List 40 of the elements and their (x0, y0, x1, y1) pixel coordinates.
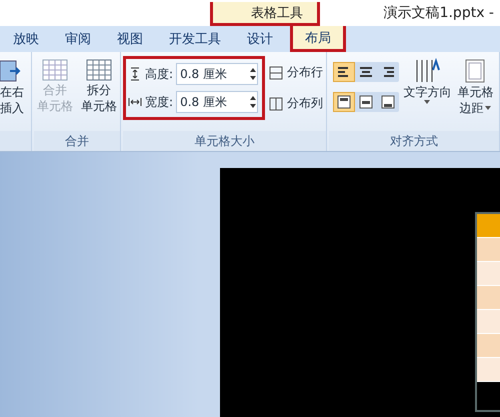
distribute-button[interactable]: 分布列 (269, 95, 324, 112)
distribute-button[interactable]: 分布行 (269, 64, 324, 81)
width-icon (128, 95, 142, 109)
field-label: 高度: (145, 66, 174, 82)
distribute-icon (269, 96, 284, 110)
group-label: 单元格大小 (123, 131, 326, 151)
ribbon-tab[interactable]: 视图 (104, 26, 156, 52)
ribbon-tab[interactable]: 设计 (234, 26, 286, 52)
group-label: 对齐方式 (329, 131, 499, 151)
ribbon-tab[interactable]: 放映 (0, 26, 52, 52)
group-footer (0, 131, 31, 151)
align-icon (359, 66, 374, 78)
group-label: 合并 (34, 131, 120, 151)
insert-right-button[interactable]: 在右 插入 (0, 58, 24, 116)
align-button[interactable] (333, 92, 356, 112)
ribbon-tab[interactable]: 开发工具 (156, 26, 234, 52)
text-direction-button[interactable]: 文字方向 (401, 58, 454, 104)
caret-icon (485, 106, 492, 110)
align-button[interactable] (333, 62, 356, 82)
cell-margins-button[interactable]: 单元格 边距 (455, 58, 496, 116)
cell-align-icon (381, 95, 396, 109)
cell-margins-icon (464, 58, 486, 84)
caret-icon (424, 100, 430, 104)
table-grid-icon (86, 58, 112, 82)
table-cell-button[interactable]: 拆分 单元格 (78, 58, 119, 114)
context-tab-label: 表格工具 (210, 2, 320, 26)
spinner-icon (249, 94, 258, 110)
align-icon (381, 66, 396, 78)
table-grid-icon (42, 58, 68, 82)
ribbon-tab[interactable]: 布局 (290, 26, 346, 52)
spinner-icon (249, 66, 258, 82)
distribute-icon (269, 66, 284, 80)
field-label: 宽度: (145, 94, 174, 110)
size-input-field[interactable]: 0.8 厘米 (176, 91, 258, 113)
window-title: 演示文稿1.pptx - (384, 4, 494, 22)
ribbon-tab[interactable]: 审阅 (52, 26, 104, 52)
table-insert-icon (0, 58, 22, 84)
cell-align-icon (359, 95, 374, 109)
cell-align-icon (337, 95, 352, 109)
size-input-field[interactable]: 0.8 厘米 (176, 63, 258, 85)
